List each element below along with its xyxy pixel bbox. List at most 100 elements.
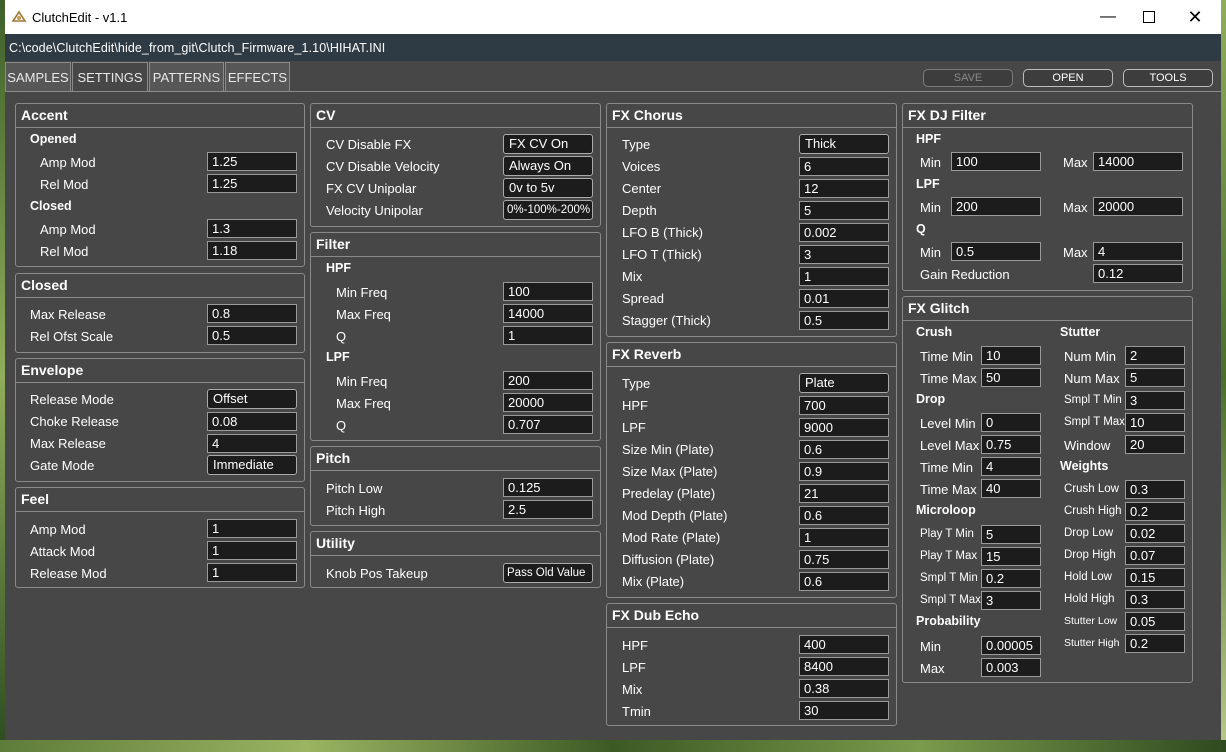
reverb-mix-input[interactable]: 0.6 bbox=[799, 572, 889, 591]
weight-hold-low-input[interactable]: 0.15 bbox=[1125, 568, 1185, 587]
dj-hpf-max-input[interactable]: 14000 bbox=[1093, 152, 1183, 171]
field-label: Num Min bbox=[1064, 349, 1117, 364]
minimize-button[interactable]: — bbox=[1085, 0, 1131, 34]
opened-rel-mod-input[interactable]: 1.25 bbox=[207, 174, 297, 193]
chorus-voices-input[interactable]: 6 bbox=[799, 157, 889, 176]
field-label: Gate Mode bbox=[30, 458, 95, 473]
dj-hpf-min-input[interactable]: 100 bbox=[951, 152, 1041, 171]
weight-hold-high-input[interactable]: 0.3 bbox=[1125, 590, 1185, 609]
microloop-smpl-t-min-input[interactable]: 0.2 bbox=[981, 569, 1041, 588]
dj-q-max-input[interactable]: 4 bbox=[1093, 242, 1183, 261]
weight-stutter-high-input[interactable]: 0.2 bbox=[1125, 634, 1185, 653]
dj-lpf-min-input[interactable]: 200 bbox=[951, 197, 1041, 216]
dub-echo-hpf-input[interactable]: 400 bbox=[799, 635, 889, 654]
drop-level-max-input[interactable]: 0.75 bbox=[981, 435, 1041, 454]
reverb-size-max-input[interactable]: 0.9 bbox=[799, 462, 889, 481]
panel-title: FX Glitch bbox=[908, 300, 970, 316]
fx-cv-unipolar-select[interactable]: 0v to 5v bbox=[503, 178, 593, 198]
tab-patterns[interactable]: PATTERNS bbox=[149, 62, 224, 91]
release-mode-select[interactable]: Offset bbox=[207, 389, 297, 409]
reverb-diffusion-input[interactable]: 0.75 bbox=[799, 550, 889, 569]
save-button[interactable]: SAVE bbox=[923, 69, 1013, 87]
drop-time-min-input[interactable]: 4 bbox=[981, 457, 1041, 476]
microloop-smpl-t-max-input[interactable]: 3 bbox=[981, 591, 1041, 610]
tools-button[interactable]: TOOLS bbox=[1123, 69, 1213, 87]
chorus-depth-input[interactable]: 5 bbox=[799, 201, 889, 220]
envelope-max-release-input[interactable]: 4 bbox=[207, 434, 297, 453]
lpf-max-freq-input[interactable]: 20000 bbox=[503, 393, 593, 412]
chorus-mix-input[interactable]: 1 bbox=[799, 267, 889, 286]
crush-time-max-input[interactable]: 50 bbox=[981, 368, 1041, 387]
panel-divider bbox=[903, 320, 1192, 321]
reverb-type-select[interactable]: Plate bbox=[799, 373, 889, 393]
reverb-hpf-input[interactable]: 700 bbox=[799, 396, 889, 415]
chorus-lfo-b-input[interactable]: 0.002 bbox=[799, 223, 889, 242]
feel-release-mod-input[interactable]: 1 bbox=[207, 563, 297, 582]
play-t-min-input[interactable]: 5 bbox=[981, 525, 1041, 544]
chorus-stagger-input[interactable]: 0.5 bbox=[799, 311, 889, 330]
pitch-low-input[interactable]: 0.125 bbox=[503, 478, 593, 497]
knob-pos-takeup-select[interactable]: Pass Old Value bbox=[503, 563, 593, 583]
hpf-max-freq-input[interactable]: 14000 bbox=[503, 304, 593, 323]
dj-lpf-max-input[interactable]: 20000 bbox=[1093, 197, 1183, 216]
opened-amp-mod-input[interactable]: 1.25 bbox=[207, 152, 297, 171]
chorus-type-select[interactable]: Thick bbox=[799, 134, 889, 154]
stutter-num-max-input[interactable]: 5 bbox=[1125, 368, 1185, 387]
weight-drop-low-input[interactable]: 0.02 bbox=[1125, 524, 1185, 543]
field-label: Velocity Unipolar bbox=[326, 203, 423, 218]
pitch-high-input[interactable]: 2.5 bbox=[503, 500, 593, 519]
reverb-size-min-input[interactable]: 0.6 bbox=[799, 440, 889, 459]
drop-level-min-input[interactable]: 0 bbox=[981, 413, 1041, 432]
crush-time-min-input[interactable]: 10 bbox=[981, 346, 1041, 365]
choke-release-input[interactable]: 0.08 bbox=[207, 412, 297, 431]
open-button[interactable]: OPEN bbox=[1023, 69, 1113, 87]
hpf-q-input[interactable]: 1 bbox=[503, 326, 593, 345]
weight-drop-high-input[interactable]: 0.07 bbox=[1125, 546, 1185, 565]
hpf-min-freq-input[interactable]: 100 bbox=[503, 282, 593, 301]
probability-min-input[interactable]: 0.00005 bbox=[981, 636, 1041, 655]
weight-crush-low-input[interactable]: 0.3 bbox=[1125, 480, 1185, 499]
stutter-smpl-t-min-input[interactable]: 3 bbox=[1125, 391, 1185, 410]
dj-q-min-input[interactable]: 0.5 bbox=[951, 242, 1041, 261]
weight-stutter-low-input[interactable]: 0.05 bbox=[1125, 612, 1185, 631]
reverb-predelay-input[interactable]: 21 bbox=[799, 484, 889, 503]
max-release-input[interactable]: 0.8 bbox=[207, 304, 297, 323]
chorus-center-input[interactable]: 12 bbox=[799, 179, 889, 198]
lpf-q-input[interactable]: 0.707 bbox=[503, 415, 593, 434]
gate-mode-select[interactable]: Immediate bbox=[207, 455, 297, 475]
dub-echo-mix-input[interactable]: 0.38 bbox=[799, 679, 889, 698]
minimize-icon: — bbox=[1100, 8, 1116, 25]
cv-disable-fx-select[interactable]: FX CV On bbox=[503, 134, 593, 154]
dub-echo-lpf-input[interactable]: 8400 bbox=[799, 657, 889, 676]
play-t-max-input[interactable]: 15 bbox=[981, 547, 1041, 566]
chorus-lfo-t-input[interactable]: 3 bbox=[799, 245, 889, 264]
velocity-unipolar-select[interactable]: 0%-100%-200% bbox=[503, 200, 593, 220]
reverb-mod-rate-input[interactable]: 1 bbox=[799, 528, 889, 547]
drop-time-max-input[interactable]: 40 bbox=[981, 479, 1041, 498]
cv-disable-velocity-select[interactable]: Always On bbox=[503, 156, 593, 176]
dub-echo-tmin-input[interactable]: 30 bbox=[799, 701, 889, 720]
stutter-window-input[interactable]: 20 bbox=[1125, 435, 1185, 454]
title-bar: ClutchEdit - v1.1 — ✕ bbox=[5, 0, 1221, 34]
stutter-smpl-t-max-input[interactable]: 10 bbox=[1125, 413, 1185, 432]
reverb-mod-depth-input[interactable]: 0.6 bbox=[799, 506, 889, 525]
field-label: Smpl T Max bbox=[1064, 416, 1125, 428]
lpf-min-freq-input[interactable]: 200 bbox=[503, 371, 593, 390]
stutter-num-min-input[interactable]: 2 bbox=[1125, 346, 1185, 365]
maximize-button[interactable] bbox=[1126, 0, 1172, 34]
tab-settings[interactable]: SETTINGS bbox=[72, 62, 148, 91]
probability-max-input[interactable]: 0.003 bbox=[981, 658, 1041, 677]
tab-effects[interactable]: EFFECTS bbox=[225, 62, 290, 91]
dj-gain-reduction-input[interactable]: 0.12 bbox=[1093, 264, 1183, 283]
closed-amp-mod-input[interactable]: 1.3 bbox=[207, 219, 297, 238]
field-label: Q bbox=[336, 329, 347, 344]
closed-rel-mod-input[interactable]: 1.18 bbox=[207, 241, 297, 260]
close-button[interactable]: ✕ bbox=[1172, 0, 1218, 34]
tab-samples[interactable]: SAMPLES bbox=[5, 62, 71, 91]
rel-ofst-scale-input[interactable]: 0.5 bbox=[207, 326, 297, 345]
reverb-lpf-input[interactable]: 9000 bbox=[799, 418, 889, 437]
feel-attack-mod-input[interactable]: 1 bbox=[207, 541, 297, 560]
feel-amp-mod-input[interactable]: 1 bbox=[207, 519, 297, 538]
weight-crush-high-input[interactable]: 0.2 bbox=[1125, 502, 1185, 521]
chorus-spread-input[interactable]: 0.01 bbox=[799, 289, 889, 308]
